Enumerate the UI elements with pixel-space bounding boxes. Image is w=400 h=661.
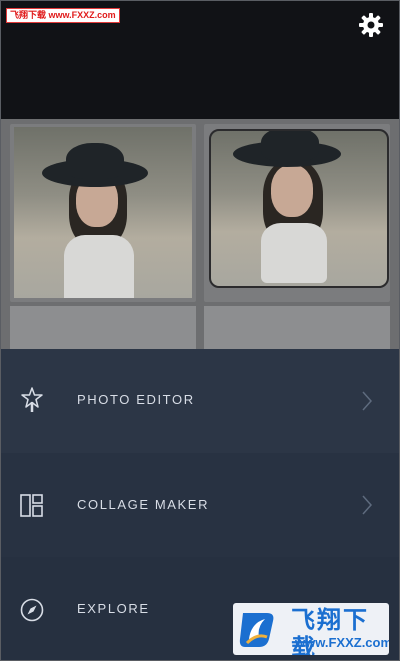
template-photo-2[interactable] [209, 129, 389, 288]
template-card-3[interactable] [10, 306, 196, 351]
chevron-right-icon [362, 495, 373, 515]
badge-url: www.FXXZ.com [295, 635, 389, 650]
menu-item-collage-maker[interactable]: COLLAGE MAKER [1, 453, 399, 558]
collage-grid-icon [20, 494, 43, 517]
explore-label: EXPLORE [77, 601, 150, 616]
fxxz-logo-icon [239, 613, 274, 647]
app-window: 飞翔下载 www.FXXZ.com PHOTO EDITOR COLLAGE M… [0, 0, 400, 661]
watermark-top: 飞翔下载 www.FXXZ.com [6, 8, 120, 23]
watermark-badge: 飞翔下载 www.FXXZ.com [233, 603, 389, 655]
template-card-4[interactable] [204, 306, 390, 351]
collage-maker-label: COLLAGE MAKER [77, 497, 210, 512]
chevron-right-icon [362, 391, 373, 411]
compass-icon [20, 598, 44, 622]
gear-icon[interactable] [358, 12, 384, 38]
template-photo-1[interactable] [14, 127, 192, 298]
photo-editor-label: PHOTO EDITOR [77, 392, 195, 407]
menu-item-photo-editor[interactable]: PHOTO EDITOR [1, 349, 399, 454]
magic-wand-icon [21, 387, 43, 412]
